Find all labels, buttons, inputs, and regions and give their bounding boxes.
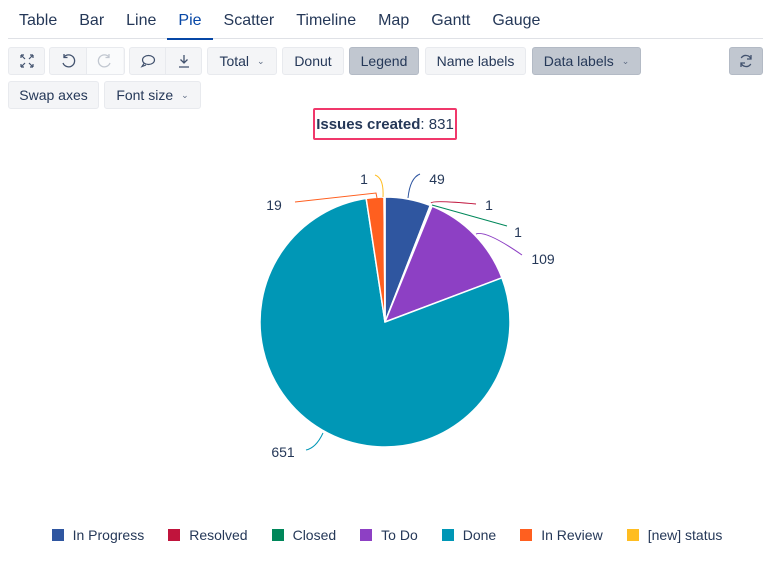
data-label-leader <box>430 201 477 205</box>
legend-item[interactable]: Closed <box>271 527 337 543</box>
data-label-leader <box>407 173 421 199</box>
legend-label: Closed <box>292 527 337 543</box>
chart-legend: In Progress Resolved Closed To Do Done In Rev… <box>0 527 774 543</box>
legend-label: [new] status <box>647 527 723 543</box>
pie-chart: 49 1 1 109 651 19 1 <box>259 171 555 460</box>
legend-label: In Progress <box>72 527 145 543</box>
legend-swatch <box>168 529 181 541</box>
legend-item[interactable]: In Progress <box>51 527 145 543</box>
legend-swatch <box>360 529 373 541</box>
legend-swatch <box>520 529 533 541</box>
data-label: 1 <box>485 197 493 213</box>
data-label: 651 <box>271 444 295 460</box>
legend-label: To Do <box>381 527 418 543</box>
legend-swatch <box>51 529 64 541</box>
legend-swatch <box>626 529 639 541</box>
legend-item[interactable]: [new] status <box>626 527 723 543</box>
legend-item[interactable]: In Review <box>520 527 603 543</box>
data-label: 1 <box>514 224 522 240</box>
pie-slice-new-status[interactable] <box>383 196 386 323</box>
legend-label: Resolved <box>189 527 248 543</box>
data-label: 49 <box>429 171 445 187</box>
data-label: 109 <box>531 251 555 267</box>
data-label: 19 <box>266 197 282 213</box>
legend-item[interactable]: Resolved <box>168 527 248 543</box>
legend-label: In Review <box>541 527 603 543</box>
legend-item[interactable]: To Do <box>360 527 418 543</box>
legend-swatch <box>441 529 454 541</box>
legend-label: Done <box>462 527 497 543</box>
data-label: 1 <box>360 171 368 187</box>
legend-swatch <box>271 529 284 541</box>
data-label-leader <box>305 432 324 451</box>
legend-item[interactable]: Done <box>441 527 497 543</box>
